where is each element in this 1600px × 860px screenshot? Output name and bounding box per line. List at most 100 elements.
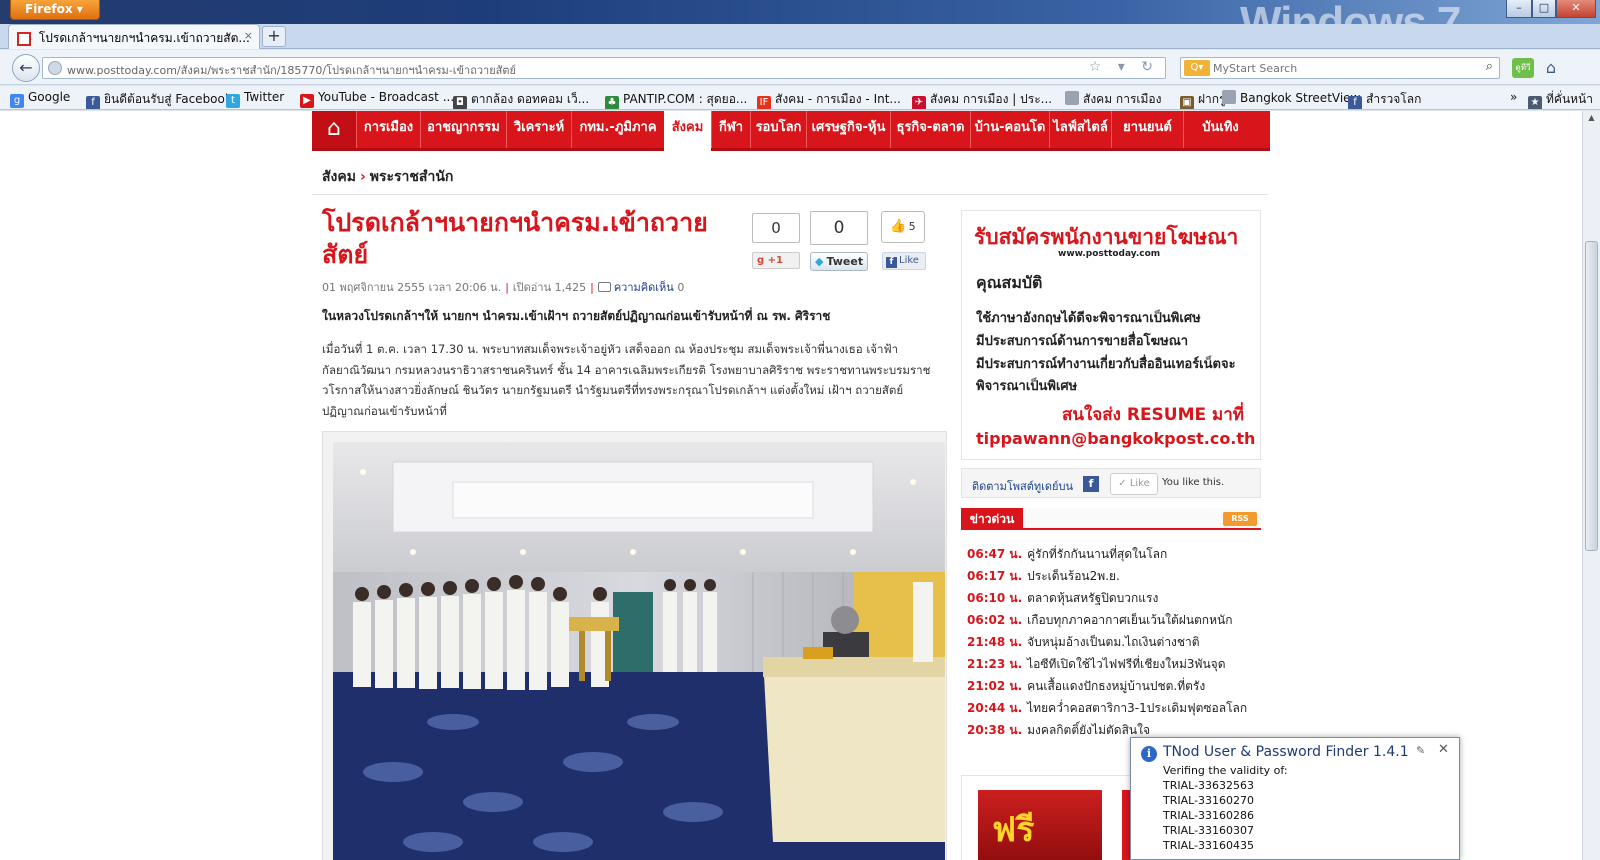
tweet-button[interactable]: ◆ Tweet [810, 252, 868, 271]
bookmark-item[interactable]: g Google [10, 90, 70, 108]
article-photo-frame [322, 431, 947, 860]
bookmark-item[interactable]: ◘ ตากล้อง ดอทคอม เว็... [453, 90, 589, 109]
divider [312, 194, 1268, 195]
news-item[interactable]: 20:38 น. มงคลกิตติ์ยังไม่ตัดสินใจ [967, 721, 1150, 740]
site-nav-item[interactable]: ธุรกิจ-ตลาด [890, 111, 970, 148]
news-item[interactable]: 21:02 น. คนเสื้อแดงปักธงหมู่บ้านปชต.ที่ตร… [967, 677, 1205, 696]
news-item[interactable]: 21:23 น. ไอซีทีเปิดใช้ไวไฟฟรีที่เชียงใหม่… [967, 655, 1226, 674]
news-headline[interactable]: ไอซีทีเปิดใช้ไวไฟฟรีที่เชียงใหม่3พันจุด [1027, 657, 1225, 671]
news-item[interactable]: 06:02 น. เกือบทุกภาคอากาศเย็นเว้นใต้ฝนตกห… [967, 611, 1232, 630]
thumbs-up-icon: 👍 [890, 219, 907, 234]
recruitment-ad[interactable]: รับสมัครพนักงานขายโฆษณา www.posttoday.co… [961, 210, 1261, 460]
photo-icon: ▣ [1180, 96, 1194, 109]
news-item[interactable]: 06:47 น. คู่รักที่รักกันนานที่สุดในโลก [967, 545, 1167, 564]
news-headline[interactable]: ประเด็นร้อน2พ.ย. [1027, 569, 1120, 583]
site-nav-item[interactable]: ยานยนต์ [1111, 111, 1183, 148]
site-nav-item[interactable]: วิเคราะห์ [506, 111, 571, 148]
notification-popup[interactable]: i TNod User & Password Finder 1.4.1 ✎ ✕ … [1130, 737, 1460, 860]
popup-line: TRIAL-33632563 [1163, 779, 1255, 792]
breadcrumb-section[interactable]: สังคม [322, 169, 356, 185]
bookmark-item[interactable]: ✈ สังคม การเมือง | ประ... [912, 90, 1053, 109]
ad-line: พิจารณาเป็นพิเศษ [976, 379, 1078, 394]
search-engine-icon[interactable]: Q▾ [1184, 60, 1210, 76]
bookmark-star-icon[interactable]: ☆ ▾ ↻ [1089, 59, 1159, 75]
search-input[interactable] [1213, 60, 1469, 76]
news-item[interactable]: 06:17 น. ประเด็นร้อน2พ.ย. [967, 567, 1120, 586]
site-nav-item[interactable]: สังคม [664, 111, 711, 154]
news-item[interactable]: 21:48 น. จับหนุ่มอ้างเป็นตม.ไถเงินต่างชาต… [967, 633, 1200, 652]
news-headline[interactable]: คนเสื้อแดงปักธงหมู่บ้านปชต.ที่ตรัง [1027, 679, 1205, 693]
pin-icon[interactable]: ✎ [1416, 744, 1425, 757]
site-nav-item[interactable]: รอบโลก [750, 111, 806, 148]
facebook-icon: f [1348, 96, 1362, 109]
comments-link[interactable]: ความคิดเห็น [614, 281, 674, 294]
url-text[interactable]: www.posttoday.com/สังคม/พระราชสำนัก/1857… [67, 61, 516, 79]
article-meta: 01 พฤศจิกายน 2555 เวลา 20:06 น. | เปิดอ่าน… [322, 281, 685, 294]
bookmarks-menu-button[interactable]: ★ ที่คั่นหน้า [1528, 90, 1593, 109]
twitter-icon: t [226, 94, 240, 108]
site-nav-item[interactable]: อาชญากรรม [420, 111, 506, 148]
pantip-icon: ♣ [605, 96, 619, 109]
bookmark-item[interactable]: ▶ YouTube - Broadcast ... [300, 90, 454, 108]
facebook-icon[interactable]: f [1083, 476, 1099, 492]
site-nav-item[interactable]: ไลฟ์สไตล์ [1049, 111, 1111, 148]
breaking-news-header: ข่าวด่วน RSS [961, 508, 1261, 530]
bookmark-item[interactable]: f สำรวจโลก [1348, 90, 1422, 109]
bookmark-item[interactable]: สังคม การเมือง [1065, 90, 1161, 109]
breadcrumb-subsection[interactable]: พระราชสำนัก [370, 169, 454, 185]
page-scrollbar[interactable]: ▲ [1582, 111, 1600, 860]
news-headline[interactable]: จับหนุ่มอ้างเป็นตม.ไถเงินต่างชาติ [1027, 635, 1199, 649]
bookmark-item[interactable]: f ยินดีต้อนรับสู่ Facebook [86, 90, 232, 109]
bookmark-item[interactable]: ♣ PANTIP.COM : สุดยอ... [605, 90, 747, 109]
bookmark-item[interactable]: IF สังคม - การเมือง - Int... [757, 90, 901, 109]
site-home-icon[interactable]: ⌂ [312, 111, 356, 148]
news-item[interactable]: 20:44 น. ไทยคว่ำคอสตาริกา3-1ประเดิมฟุตซอล… [967, 699, 1247, 718]
popup-line: TRIAL-33160307 [1163, 824, 1255, 837]
search-icon[interactable]: ⌕ [1486, 59, 1493, 74]
gplus-button[interactable]: g +1 [752, 252, 800, 269]
bookmark-label: สังคม การเมือง | ประ... [930, 92, 1053, 106]
home-icon[interactable]: ⌂ [1540, 58, 1562, 78]
news-time: 06:47 น. [967, 547, 1023, 561]
tab-active[interactable]: โปรดเกล้าฯนายกฯนำครม.เข้าถวายสัต... × [8, 24, 260, 49]
follow-like-button[interactable]: ✓ Like [1110, 473, 1158, 495]
back-button[interactable]: ← [12, 54, 40, 82]
news-item[interactable]: 06:10 น. ตลาดหุ้นสหรัฐปิดบวกแรง [967, 589, 1158, 608]
bookmark-label: สำรวจโลก [1366, 92, 1422, 106]
ad-line: มีประสบการณ์ด้านการขายสื่อโฆษณา [976, 334, 1189, 349]
bookmark-item[interactable]: t Twitter [226, 90, 284, 108]
rss-icon[interactable]: RSS [1223, 512, 1257, 526]
article-photo[interactable] [333, 442, 945, 860]
firefox-menu-button[interactable]: Firefox ▾ [10, 0, 100, 20]
restore-button[interactable]: □ [1532, 0, 1556, 18]
site-navigation: ⌂ การเมือง อาชญากรรม วิเคราะห์ กทม.-ภูมิภาค… [312, 111, 1270, 154]
new-tab-button[interactable]: + [262, 26, 286, 47]
scroll-up-icon[interactable]: ▲ [1585, 113, 1598, 125]
search-bar[interactable]: Q▾ ⌕ [1180, 57, 1500, 79]
site-nav-item[interactable]: การเมือง [356, 111, 420, 148]
news-headline[interactable]: คู่รักที่รักกันนานที่สุดในโลก [1027, 547, 1167, 561]
site-nav-item[interactable]: บันเทิง [1183, 111, 1257, 148]
twitter-bird-icon: ◆ [815, 255, 824, 268]
bookmarks-overflow-icon[interactable]: » [1510, 90, 1517, 104]
news-headline[interactable]: ตลาดหุ้นสหรัฐปิดบวกแรง [1027, 591, 1158, 605]
close-window-button[interactable]: ✕ [1556, 0, 1596, 18]
ad-qualifications-heading: คุณสมบัติ [976, 273, 1043, 292]
news-headline[interactable]: มงคลกิตติ์ยังไม่ตัดสินใจ [1027, 723, 1150, 737]
facebook-like-button[interactable]: f Like [882, 252, 926, 270]
site-nav-item[interactable]: กทม.-ภูมิภาค [571, 111, 664, 148]
site-nav-item[interactable]: เศรษฐกิจ-หุ้น [806, 111, 890, 148]
tv-addon-icon[interactable]: ดูทีวี [1512, 58, 1534, 78]
popup-close-icon[interactable]: ✕ [1438, 742, 1449, 757]
site-nav-item[interactable]: กีฬา [711, 111, 750, 148]
globe-icon [48, 61, 62, 75]
url-bar[interactable]: www.posttoday.com/สังคม/พระราชสำนัก/1857… [42, 57, 1166, 79]
news-headline[interactable]: ไทยคว่ำคอสตาริกา3-1ประเดิมฟุตซอลโลก [1027, 701, 1247, 715]
google-icon: g [10, 94, 24, 108]
bookmark-item[interactable]: Bangkok StreetView [1222, 90, 1360, 105]
site-nav-item[interactable]: บ้าน-คอนโด [970, 111, 1049, 148]
news-headline[interactable]: เกือบทุกภาคอากาศเย็นเว้นใต้ฝนตกหนัก [1027, 613, 1232, 627]
minimize-button[interactable]: – [1506, 0, 1532, 18]
tab-close-icon[interactable]: × [244, 29, 253, 42]
scrollbar-thumb[interactable] [1585, 241, 1598, 551]
